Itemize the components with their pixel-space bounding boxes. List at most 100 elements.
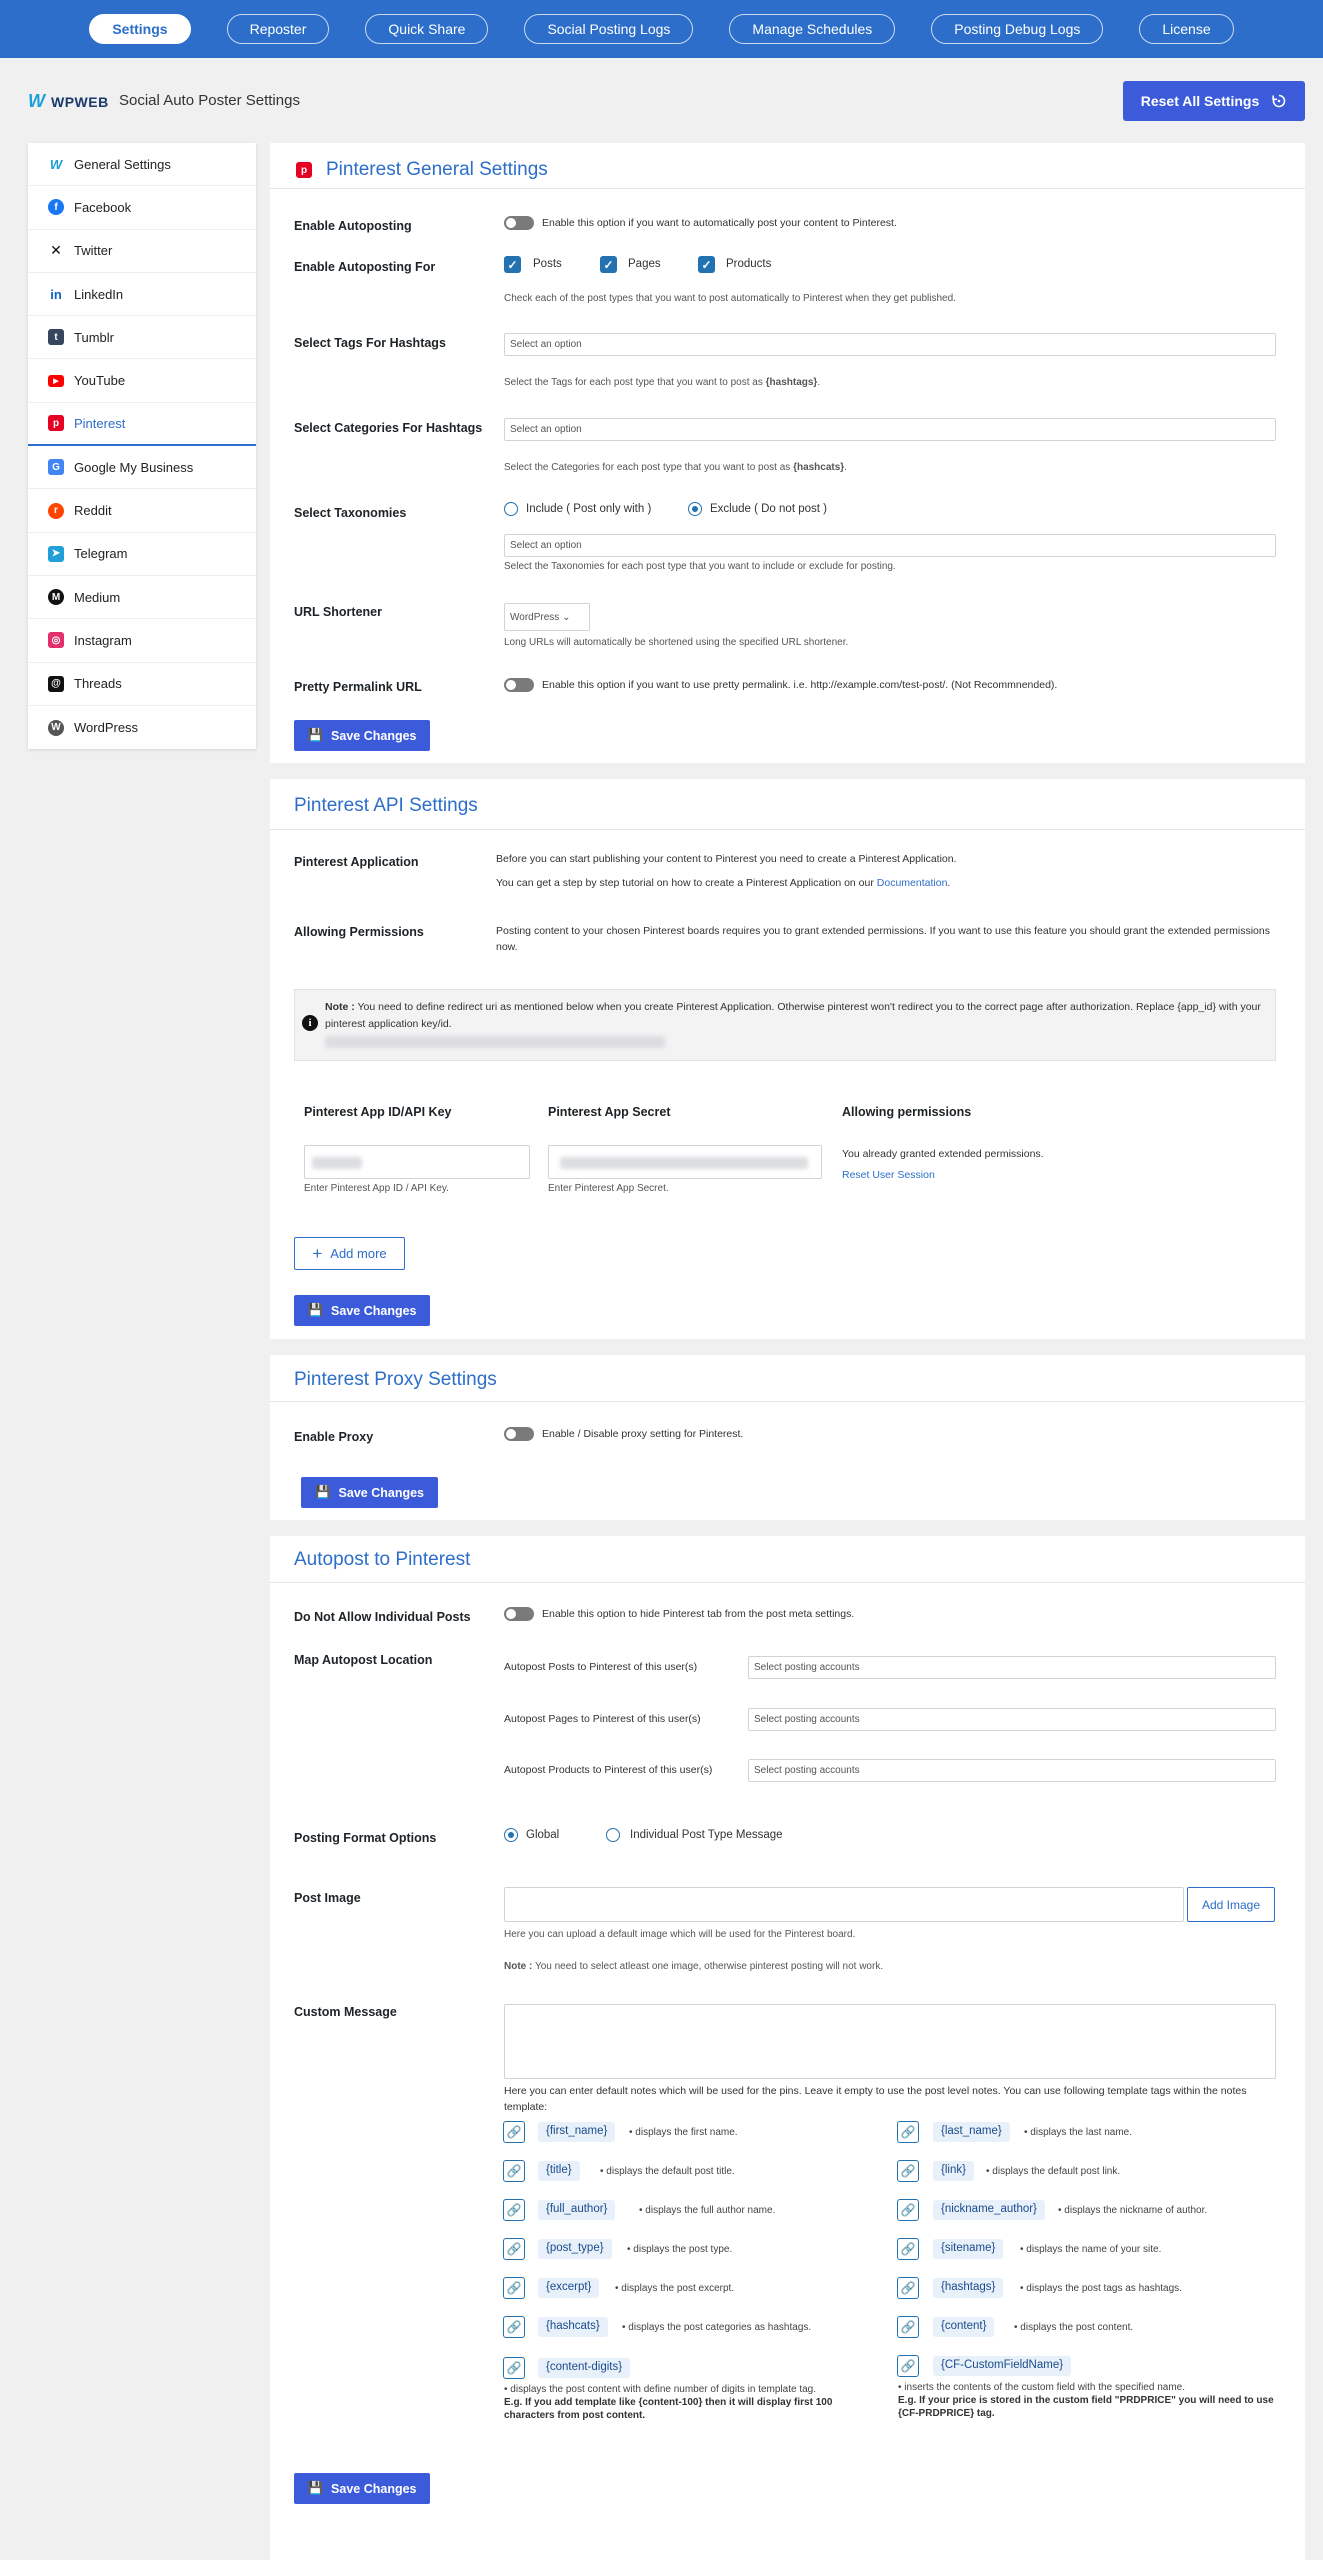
enable-autoposting-toggle[interactable] [504, 216, 534, 230]
app-id-blurred [312, 1157, 362, 1169]
section-title: Pinterest Proxy Settings [294, 1369, 497, 1390]
telegram-icon: ➤ [48, 545, 64, 562]
custom-message-textarea[interactable] [504, 2004, 1276, 2079]
taxonomies-select[interactable]: Select an option [504, 534, 1276, 557]
save-changes-button[interactable]: 💾 Save Changes [294, 720, 430, 751]
tag-sitename: {sitename} [933, 2239, 1004, 2259]
link-icon[interactable]: 🔗 [503, 2238, 525, 2260]
tab-license[interactable]: License [1139, 14, 1234, 44]
sidebar-item-reddit[interactable]: r Reddit [28, 489, 256, 533]
tab-posting-debug-logs[interactable]: Posting Debug Logs [931, 14, 1104, 44]
url-shortener-select[interactable]: WordPress ⌄ [504, 603, 590, 631]
sidebar-item-telegram[interactable]: ➤ Telegram [28, 533, 256, 576]
page-title: Social Auto Poster Settings [119, 92, 300, 109]
youtube-icon: ▶ [48, 374, 64, 387]
link-icon[interactable]: 🔗 [897, 2121, 919, 2143]
settings-sidebar: W General Settings f Facebook ✕ Twitter in L… [28, 143, 256, 750]
save-changes-button[interactable]: 💾 Save Changes [294, 1295, 430, 1326]
link-icon[interactable]: 🔗 [503, 2277, 525, 2299]
divider [270, 829, 1305, 830]
sidebar-item-threads[interactable]: @ Threads [28, 663, 256, 706]
autopost-to-pinterest-section: Autopost to Pinterest Do Not Allow Indiv… [270, 1536, 1305, 2560]
link-icon[interactable]: 🔗 [897, 2355, 919, 2377]
sidebar-item-linkedin[interactable]: in LinkedIn [28, 273, 256, 317]
enable-proxy-toggle[interactable] [504, 1427, 534, 1441]
pages-checkbox[interactable]: ✓ [600, 256, 617, 273]
tag-link: {link} [933, 2161, 974, 2181]
sidebar-item-pinterest[interactable]: p Pinterest [28, 403, 256, 447]
facebook-icon: f [48, 199, 64, 216]
sidebar-item-wordpress[interactable]: W WordPress [28, 706, 256, 749]
disallow-individual-posts-toggle[interactable] [504, 1607, 534, 1621]
link-icon[interactable]: 🔗 [503, 2121, 525, 2143]
wpweb-icon: W [28, 91, 45, 111]
pinterest-proxy-settings-section: Pinterest Proxy Settings Enable Proxy En… [270, 1355, 1305, 1520]
sidebar-item-facebook[interactable]: f Facebook [28, 186, 256, 230]
divider [270, 188, 1305, 189]
add-more-button[interactable]: + Add more [294, 1237, 405, 1270]
post-image-input[interactable] [504, 1887, 1184, 1922]
tag-content-digits: {content-digits} [538, 2358, 631, 2378]
sidebar-item-tumblr[interactable]: t Tumblr [28, 316, 256, 360]
pinterest-general-settings-section: p Pinterest General Settings Enable Auto… [270, 143, 1305, 763]
link-icon[interactable]: 🔗 [897, 2199, 919, 2221]
info-icon: i [302, 1015, 318, 1031]
tab-reposter[interactable]: Reposter [226, 14, 330, 44]
sidebar-item-google-my-business[interactable]: G Google My Business [28, 446, 256, 490]
section-title: Autopost to Pinterest [294, 1549, 471, 1570]
tag-excerpt: {excerpt} [538, 2278, 600, 2298]
reset-user-session-link[interactable]: Reset User Session [842, 1169, 935, 1181]
save-icon: 💾 [307, 2481, 324, 2495]
format-individual-radio[interactable] [606, 1828, 620, 1842]
wordpress-icon: W [48, 719, 64, 736]
tab-social-posting-logs[interactable]: Social Posting Logs [524, 14, 694, 44]
pinterest-icon: p [296, 162, 312, 178]
sidebar-item-medium[interactable]: M Medium [28, 576, 256, 620]
reset-all-settings-button[interactable]: Reset All Settings [1123, 81, 1305, 121]
save-changes-button[interactable]: 💾 Save Changes [294, 2473, 430, 2504]
pinterest-icon: p [48, 415, 64, 432]
save-changes-button[interactable]: 💾 Save Changes [301, 1477, 438, 1508]
link-icon[interactable]: 🔗 [897, 2238, 919, 2260]
autopost-pages-accounts-select[interactable]: Select posting accounts [748, 1708, 1276, 1731]
products-checkbox[interactable]: ✓ [698, 256, 715, 273]
pinterest-api-settings-section: Pinterest API Settings Pinterest Applica… [270, 779, 1305, 1339]
documentation-link[interactable]: Documentation [877, 877, 948, 889]
link-icon[interactable]: 🔗 [503, 2160, 525, 2182]
tab-manage-schedules[interactable]: Manage Schedules [729, 14, 896, 44]
format-global-radio[interactable] [504, 1828, 518, 1842]
link-icon[interactable]: 🔗 [503, 2199, 525, 2221]
redirect-uri-note: i Note : You need to define redirect uri… [294, 989, 1276, 1061]
tab-settings[interactable]: Settings [89, 14, 191, 44]
tags-for-hashtags-select[interactable]: Select an option [504, 333, 1276, 356]
pretty-permalink-toggle[interactable] [504, 678, 534, 692]
wpweb-icon: W [49, 156, 63, 172]
posts-checkbox[interactable]: ✓ [504, 256, 521, 273]
categories-for-hashtags-select[interactable]: Select an option [504, 418, 1276, 441]
sidebar-item-youtube[interactable]: ▶ YouTube [28, 359, 256, 403]
taxonomy-exclude-radio[interactable] [688, 502, 702, 516]
divider [270, 1582, 1305, 1583]
link-icon[interactable]: 🔗 [503, 2357, 525, 2379]
plus-icon: + [312, 1243, 323, 1263]
taxonomy-include-radio[interactable] [504, 502, 518, 516]
link-icon[interactable]: 🔗 [897, 2316, 919, 2338]
link-icon[interactable]: 🔗 [503, 2316, 525, 2338]
sidebar-item-general-settings[interactable]: W General Settings [28, 143, 256, 187]
tag-cf-customfieldname: {CF-CustomFieldName} [933, 2356, 1072, 2376]
link-icon[interactable]: 🔗 [897, 2160, 919, 2182]
link-icon[interactable]: 🔗 [897, 2277, 919, 2299]
sidebar-item-twitter[interactable]: ✕ Twitter [28, 230, 256, 273]
google-business-icon: G [48, 459, 64, 476]
autopost-products-accounts-select[interactable]: Select posting accounts [748, 1759, 1276, 1782]
linkedin-icon: in [50, 286, 62, 302]
tag-title: {title} [538, 2161, 580, 2181]
tag-hashtags: {hashtags} [933, 2278, 1004, 2298]
add-image-button[interactable]: Add Image [1187, 1887, 1275, 1922]
autopost-posts-accounts-select[interactable]: Select posting accounts [748, 1656, 1276, 1679]
sidebar-item-instagram[interactable]: ◎ Instagram [28, 619, 256, 663]
redirect-uri-blurred [325, 1036, 665, 1048]
tumblr-icon: t [48, 329, 64, 346]
section-title: Pinterest API Settings [294, 795, 478, 816]
tab-quick-share[interactable]: Quick Share [365, 14, 489, 44]
